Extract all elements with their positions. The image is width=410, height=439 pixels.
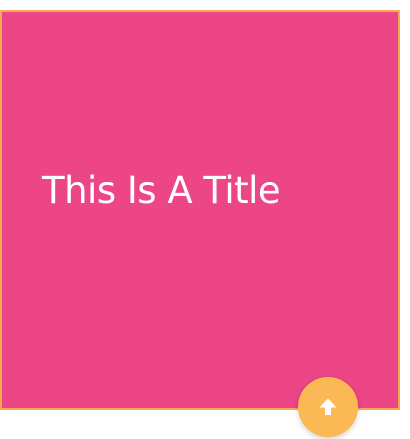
content-card: This Is A Title [0,10,400,410]
card-title: This Is A Title [42,169,281,212]
scroll-to-top-button[interactable] [298,377,358,437]
arrow-up-icon [318,397,338,417]
